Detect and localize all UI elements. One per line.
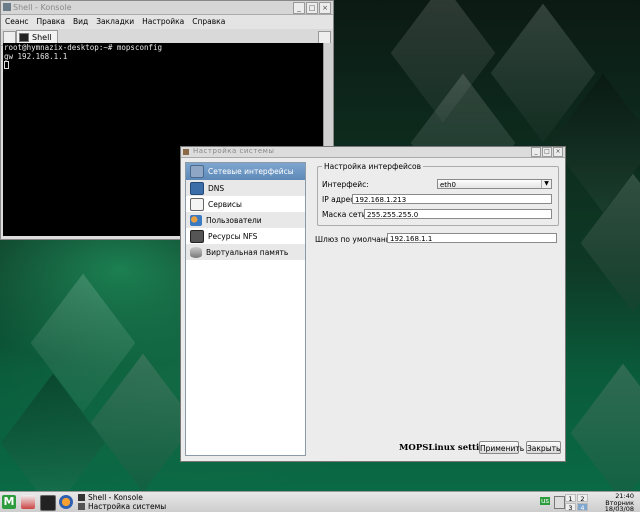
services-icon	[190, 197, 204, 211]
maximize-button[interactable]: □	[542, 147, 552, 157]
menu-bookmarks[interactable]: Закладки	[96, 17, 134, 29]
terminal-icon	[19, 33, 29, 42]
interface-label: Интерфейс:	[322, 180, 369, 189]
ip-value: 192.168.1.213	[355, 196, 407, 204]
apply-button[interactable]: Применить	[479, 441, 524, 454]
monitor-icon	[190, 181, 204, 195]
terminal-line: gw 192.168.1.1	[4, 52, 68, 61]
sidebar-item-dns[interactable]: DNS	[186, 180, 305, 196]
desktop-3[interactable]: 3	[565, 503, 576, 512]
network-card-icon	[190, 165, 204, 178]
interface-select[interactable]: eth0 ▼	[437, 179, 552, 189]
menu-edit[interactable]: Правка	[36, 17, 65, 29]
minimize-button[interactable]: _	[531, 147, 541, 157]
tab-shell[interactable]: Shell	[16, 30, 58, 43]
sidebar-item-label: Пользователи	[206, 215, 262, 225]
chevron-down-icon: ▼	[541, 180, 551, 188]
app-icon	[183, 149, 189, 155]
sidebar-item-label: Виртуальная память	[206, 247, 289, 257]
sidebar-item-label: Сервисы	[208, 199, 242, 209]
konsole-title: Shell - Konsole	[13, 3, 72, 12]
task-settings[interactable]: Настройка системы	[78, 502, 166, 511]
terminal-line: root@hymnazix-desktop:~# mopsconfig	[4, 43, 163, 52]
terminal-cursor	[4, 61, 9, 69]
dialog-titlebar[interactable]: Настройка системы _ □ ×	[181, 147, 565, 158]
desktop-1[interactable]: 1	[565, 494, 576, 503]
desktop-pager: 1 2 3 4	[565, 494, 588, 512]
settings-sidebar: Сетевые интерфейсы DNS Сервисы Пользоват…	[185, 162, 306, 456]
desktop-2[interactable]: 2	[577, 494, 588, 503]
group-title: Настройка интерфейсов	[322, 162, 424, 171]
start-menu-icon[interactable]: M	[2, 495, 16, 509]
interface-settings-group: Настройка интерфейсов Интерфейс: eth0 ▼ …	[317, 162, 559, 226]
home-icon[interactable]	[21, 495, 35, 509]
terminal-icon	[3, 3, 11, 11]
minimize-button[interactable]: _	[293, 2, 305, 14]
sidebar-item-users[interactable]: Пользователи	[186, 212, 305, 228]
netmask-field[interactable]: 255.255.255.0	[364, 209, 552, 219]
close-button[interactable]: ×	[319, 2, 331, 14]
bg-cube	[570, 363, 640, 491]
clipboard-icon[interactable]	[554, 496, 565, 509]
sidebar-item-nfs[interactable]: Ресурсы NFS	[186, 228, 305, 244]
dialog-title: Настройка системы	[193, 147, 275, 155]
clock[interactable]: 21:40 Вторник 18/03/08	[590, 493, 634, 513]
gateway-value: 192.168.1.1	[390, 235, 433, 243]
menu-view[interactable]: Вид	[73, 17, 88, 29]
netmask-value: 255.255.255.0	[367, 211, 419, 219]
konsole-titlebar[interactable]: Shell - Konsole _ □ ×	[1, 1, 333, 15]
terminal-icon	[78, 494, 85, 501]
ip-address-field[interactable]: 192.168.1.213	[352, 194, 552, 204]
close-button[interactable]: ×	[553, 147, 563, 157]
task-label: Shell - Konsole	[88, 493, 143, 502]
menu-settings[interactable]: Настройка	[142, 17, 184, 29]
interface-value: eth0	[440, 181, 456, 189]
taskbar: M Shell - Konsole Настройка системы us 1…	[0, 491, 640, 512]
tab-shell-label: Shell	[32, 33, 52, 42]
keyboard-layout-indicator[interactable]: us	[540, 497, 551, 505]
settings-dialog: Настройка системы _ □ × Сетевые интерфей…	[180, 146, 566, 462]
menu-session[interactable]: Сеанс	[5, 17, 28, 29]
sidebar-item-network[interactable]: Сетевые интерфейсы	[186, 163, 305, 180]
konsole-menubar: Сеанс Правка Вид Закладки Настройка Спра…	[1, 15, 333, 29]
disk-icon	[190, 246, 202, 258]
x-icon	[78, 503, 85, 510]
firefox-icon[interactable]	[59, 495, 73, 509]
users-icon	[190, 214, 202, 226]
gateway-field[interactable]: 192.168.1.1	[387, 233, 557, 243]
sidebar-item-swap[interactable]: Виртуальная память	[186, 244, 305, 260]
sidebar-item-services[interactable]: Сервисы	[186, 196, 305, 212]
terminal-icon[interactable]	[40, 495, 56, 511]
task-list: Shell - Konsole Настройка системы	[78, 493, 166, 511]
netmask-label: Маска сети:	[322, 210, 370, 219]
nfs-share-icon	[190, 229, 204, 243]
task-label: Настройка системы	[88, 502, 167, 511]
task-konsole[interactable]: Shell - Konsole	[78, 493, 166, 502]
sidebar-item-label: Сетевые интерфейсы	[208, 167, 294, 176]
menu-help[interactable]: Справка	[192, 17, 225, 29]
desktop-4[interactable]: 4	[577, 503, 588, 512]
close-dialog-button[interactable]: Закрыть	[526, 441, 561, 454]
sidebar-item-label: DNS	[208, 183, 225, 193]
maximize-button[interactable]: □	[306, 2, 318, 14]
sidebar-item-label: Ресурсы NFS	[208, 231, 258, 241]
